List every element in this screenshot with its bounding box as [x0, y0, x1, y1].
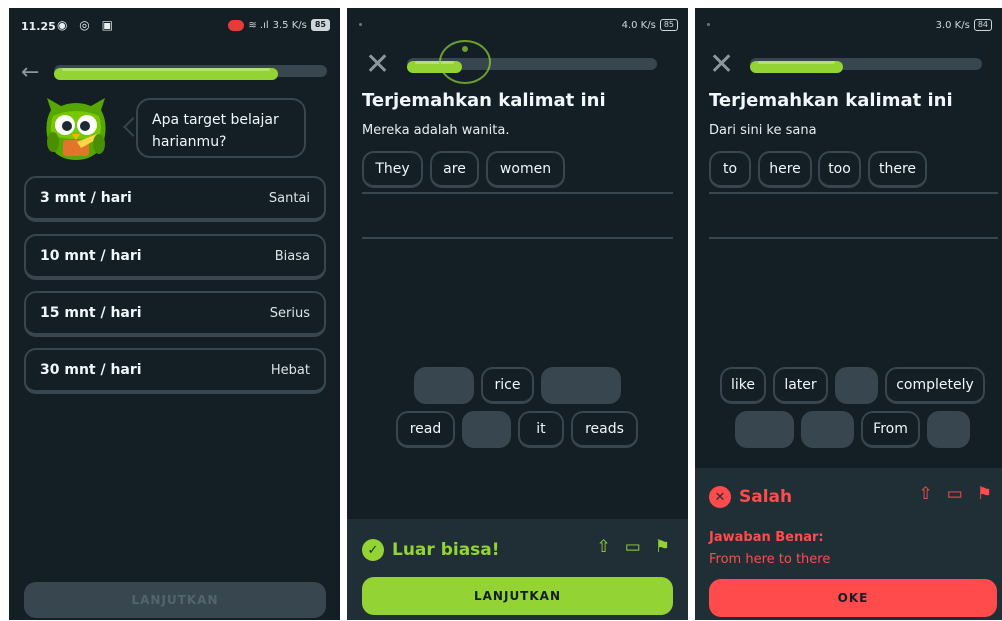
goal-level: Hebat [270, 362, 310, 378]
network-speed: 3.5 K/s [272, 19, 307, 31]
status-bar: 4.0 K/s 85 [347, 8, 688, 44]
status-time: 11.25 [21, 20, 56, 33]
answer-chip[interactable]: women [486, 151, 565, 188]
translate-error-screen: 3.0 K/s 84 ✕ Terjemahkan kalimat ini Dar… [695, 8, 1002, 620]
network-speed: 4.0 K/s [621, 19, 656, 31]
prompt-sentence: Dari sini ke sana [709, 123, 817, 138]
flag-icon[interactable]: ⚑ [977, 484, 992, 504]
word-bank-chip[interactable]: completely [885, 367, 985, 404]
progress-fill [750, 61, 843, 73]
goal-time: 3 mnt / hari [40, 190, 132, 206]
answer-line [362, 237, 673, 239]
feedback-panel: ✕ Salah ⇧ ▭ ⚑ Jawaban Benar: From here t… [695, 468, 1002, 620]
answer-chip[interactable]: They [362, 151, 423, 188]
answer-chip[interactable]: to [709, 151, 751, 188]
word-bank-chip[interactable]: read [396, 411, 455, 448]
word-bank-slot-empty [835, 367, 878, 404]
daily-goal-screen: 11.25 ◉ ◎ ▣ ≋ .ıl 3.5 K/s 85 ← Apa targe… [9, 8, 340, 620]
translate-success-screen: 4.0 K/s 85 ✕ Terjemahkan kalimat ini Mer… [347, 8, 688, 620]
feedback-text: Salah [739, 487, 793, 507]
correct-answer-text: From here to there [709, 552, 831, 567]
error-x-icon: ✕ [709, 486, 731, 508]
lesson-progress-bar [750, 58, 982, 73]
comment-icon[interactable]: ▭ [625, 537, 641, 557]
progress-fill [54, 68, 278, 80]
continue-button[interactable]: LANJUTKAN [362, 577, 673, 615]
feedback-actions: ⇧ ▭ ⚑ [596, 537, 670, 557]
battery-icon: 85 [659, 19, 678, 31]
goal-option-10min[interactable]: 10 mnt / hari Biasa [24, 234, 326, 280]
status-right: 3.0 K/s 84 [936, 19, 992, 31]
goal-option-15min[interactable]: 15 mnt / hari Serius [24, 291, 326, 337]
goal-option-30min[interactable]: 30 mnt / hari Hebat [24, 348, 326, 394]
answer-line [709, 192, 998, 194]
status-dot [359, 23, 362, 26]
status-bar: 3.0 K/s 84 [695, 8, 1002, 44]
comment-icon[interactable]: ▭ [947, 484, 963, 504]
close-icon[interactable]: ✕ [709, 50, 734, 80]
word-bank-chip[interactable]: later [773, 367, 828, 404]
feedback-panel: ✓ Luar biasa! ⇧ ▭ ⚑ LANJUTKAN [347, 519, 688, 620]
word-bank-slot-empty [462, 411, 511, 448]
lesson-progress-bar [54, 65, 327, 80]
answer-chip[interactable]: there [868, 151, 927, 188]
status-right: 4.0 K/s 85 [622, 19, 678, 31]
notification-icons: ◉ ◎ ▣ [57, 18, 117, 32]
battery-icon: 85 [310, 19, 330, 31]
word-bank-chip[interactable]: rice [481, 367, 534, 404]
word-bank-slot-empty [414, 367, 474, 404]
close-icon[interactable]: ✕ [365, 50, 390, 80]
goal-time: 15 mnt / hari [40, 305, 142, 321]
goal-time: 10 mnt / hari [40, 248, 142, 264]
feedback-actions: ⇧ ▭ ⚑ [918, 484, 992, 504]
share-icon[interactable]: ⇧ [596, 537, 610, 557]
goal-level: Serius [269, 305, 310, 321]
network-speed: 3.0 K/s [935, 19, 970, 31]
status-right: ≋ .ıl 3.5 K/s 85 [228, 19, 330, 31]
back-arrow-icon[interactable]: ← [21, 60, 39, 85]
word-bank-slot-empty [801, 411, 854, 448]
share-icon[interactable]: ⇧ [918, 484, 932, 504]
word-bank-chip[interactable]: From [861, 411, 920, 448]
answer-chip[interactable]: too [818, 151, 861, 188]
check-icon: ✓ [362, 539, 384, 561]
owl-mascot-icon [46, 98, 106, 160]
ok-button[interactable]: OKE [709, 579, 997, 617]
record-icon [228, 19, 245, 31]
feedback-text: Luar biasa! [392, 540, 500, 560]
word-bank-slot-empty [735, 411, 794, 448]
status-dot [707, 23, 710, 26]
continue-button[interactable]: LANJUTKAN [24, 582, 326, 618]
word-bank-slot-empty [541, 367, 621, 404]
word-bank-chip[interactable]: like [720, 367, 766, 404]
status-bar: 11.25 ◉ ◎ ▣ ≋ .ıl 3.5 K/s 85 [9, 8, 340, 44]
exercise-title: Terjemahkan kalimat ini [709, 90, 953, 111]
feedback-title: ✓ Luar biasa! [362, 539, 500, 561]
goal-level: Santai [268, 190, 310, 206]
feedback-title: ✕ Salah [709, 486, 792, 508]
speech-bubble: Apa target belajar harianmu? [136, 98, 306, 158]
battery-icon: 84 [973, 19, 992, 31]
wifi-signal-icon: ≋ .ıl [248, 19, 269, 31]
prompt-sentence: Mereka adalah wanita. [362, 123, 510, 138]
answer-chip[interactable]: here [758, 151, 812, 188]
flag-icon[interactable]: ⚑ [655, 537, 670, 557]
word-bank-chip[interactable]: it [518, 411, 564, 448]
answer-chip[interactable]: are [430, 151, 479, 188]
answer-line [362, 192, 673, 194]
sparkle-dot [462, 46, 468, 52]
word-bank-slot-empty [927, 411, 970, 448]
exercise-title: Terjemahkan kalimat ini [362, 90, 606, 111]
correct-answer-label: Jawaban Benar: [709, 530, 824, 545]
goal-time: 30 mnt / hari [40, 362, 142, 378]
goal-option-3min[interactable]: 3 mnt / hari Santai [24, 176, 326, 222]
word-bank-chip[interactable]: reads [571, 411, 638, 448]
answer-line [709, 237, 998, 239]
goal-level: Biasa [274, 248, 310, 264]
